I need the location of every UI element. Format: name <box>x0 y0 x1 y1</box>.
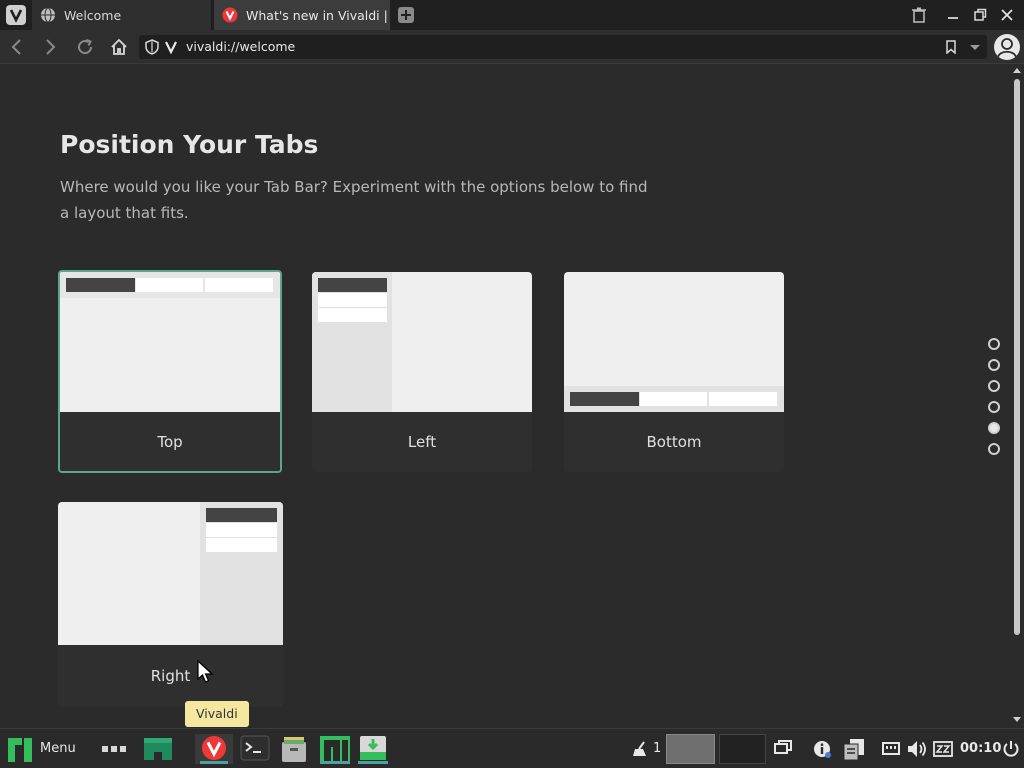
info-icon[interactable] <box>811 734 833 764</box>
step-dot[interactable] <box>988 338 1000 350</box>
window-list-icon[interactable] <box>773 734 793 764</box>
tab-position-top-card[interactable]: Top <box>58 270 282 473</box>
address-bar-row: vivaldi://welcome <box>0 30 1024 64</box>
reload-button[interactable] <box>75 37 95 57</box>
profile-avatar[interactable] <box>994 34 1020 60</box>
tab-position-label: Right <box>58 645 283 707</box>
address-field[interactable]: vivaldi://welcome <box>139 35 987 59</box>
tab-position-right-card[interactable]: Right <box>58 502 283 707</box>
chevron-down-icon[interactable] <box>969 44 981 52</box>
taskbar: Menu 1 00:10 <box>0 728 1024 768</box>
taskbar-tooltip: Vivaldi <box>185 701 249 727</box>
tab-position-left-preview <box>312 272 532 412</box>
clock[interactable]: 00:10 <box>960 741 1001 756</box>
shield-icon[interactable] <box>145 39 159 55</box>
back-button[interactable] <box>7 37 27 57</box>
file-manager-icon[interactable] <box>278 734 310 764</box>
page-subtitle: Where would you like your Tab Bar? Exper… <box>60 178 648 222</box>
close-icon[interactable] <box>998 6 1016 24</box>
broom-icon <box>633 741 646 756</box>
restore-icon[interactable] <box>971 6 989 24</box>
tab-position-top-preview <box>60 272 280 412</box>
tab-whats-new[interactable]: What's new in Vivaldi | Viva <box>214 0 390 30</box>
mouse-cursor-icon <box>197 660 214 683</box>
step-dot[interactable] <box>988 380 1000 392</box>
menu-label: Menu <box>40 741 76 756</box>
step-dot[interactable] <box>988 443 1000 455</box>
tab-position-label: Left <box>312 412 532 472</box>
keyboard-layout-icon[interactable] <box>933 734 953 764</box>
vivaldi-menu-icon[interactable] <box>6 5 26 25</box>
tab-title: Welcome <box>64 7 122 23</box>
volume-icon[interactable] <box>906 734 928 764</box>
workspace-1[interactable] <box>666 734 715 764</box>
vivaldi-icon <box>165 41 177 54</box>
scroll-up-icon[interactable] <box>1012 66 1022 74</box>
step-dot[interactable] <box>988 401 1000 413</box>
welcome-page: Position Your Tabs Where would you like … <box>0 64 1010 728</box>
tab-bar: Welcome What's new in Vivaldi | Viva <box>0 0 1024 30</box>
show-desktop-icon[interactable] <box>142 734 174 764</box>
url-text: vivaldi://welcome <box>186 39 296 54</box>
network-icon[interactable] <box>882 734 900 764</box>
taskbar-vivaldi[interactable] <box>195 734 233 764</box>
menu-button[interactable]: Menu <box>4 734 82 764</box>
new-tab-button[interactable] <box>398 7 414 23</box>
forward-button[interactable] <box>40 37 60 57</box>
page-scrollbar[interactable] <box>1010 64 1024 728</box>
tab-position-label: Top <box>60 412 280 471</box>
page-title: Position Your Tabs <box>60 130 319 159</box>
workspace-2[interactable] <box>719 734 766 764</box>
home-button[interactable] <box>109 37 129 57</box>
bookmark-icon[interactable] <box>945 40 957 54</box>
step-dot-active[interactable] <box>988 422 1000 434</box>
tab-title: What's new in Vivaldi | Viva <box>246 7 390 23</box>
manjaro-logo-icon <box>8 738 32 762</box>
scrollbar-thumb[interactable] <box>1014 79 1020 635</box>
power-icon[interactable] <box>1002 734 1020 764</box>
globe-icon <box>41 7 55 23</box>
tab-welcome[interactable]: Welcome <box>32 0 212 30</box>
clipboard-icon[interactable] <box>842 734 866 764</box>
scroll-down-icon[interactable] <box>1012 716 1022 724</box>
vivaldi-icon <box>222 7 238 23</box>
tab-position-bottom-card[interactable]: Bottom <box>564 272 784 472</box>
terminal-icon[interactable] <box>239 734 271 764</box>
tab-position-right-preview <box>58 502 283 645</box>
tab-position-label: Bottom <box>564 412 784 472</box>
package-manager-icon[interactable] <box>356 734 390 764</box>
workspace-switcher[interactable] <box>100 734 128 764</box>
notification-count: 1 <box>653 741 662 756</box>
step-dot[interactable] <box>988 359 1000 371</box>
minimize-icon[interactable] <box>944 6 962 24</box>
tab-position-bottom-preview <box>564 272 784 412</box>
tab-position-left-card[interactable]: Left <box>312 272 532 472</box>
trash-icon[interactable] <box>910 6 928 24</box>
notifications-indicator[interactable]: 1 <box>630 734 664 764</box>
manjaro-settings-icon[interactable] <box>318 734 352 764</box>
